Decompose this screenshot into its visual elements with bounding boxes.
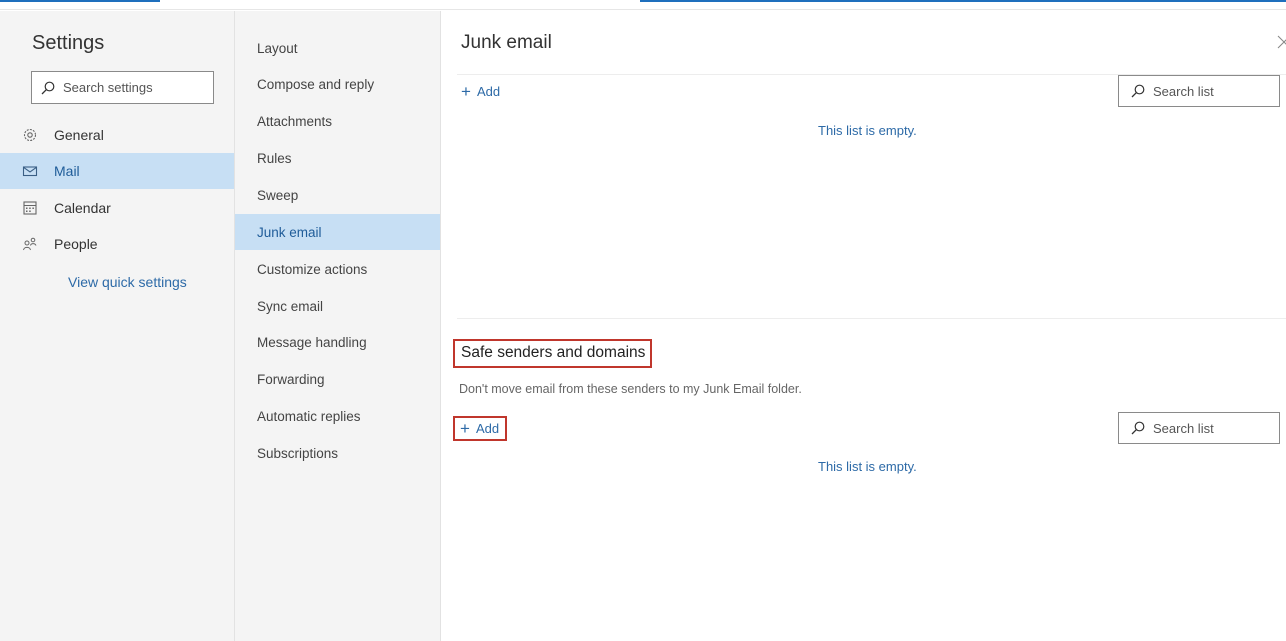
add-label: Add (475, 421, 500, 436)
blocked-add-button[interactable]: + Add (461, 83, 500, 100)
safe-senders-search-list-input[interactable]: Search list (1118, 412, 1280, 444)
mail-settings-menu: Layout Compose and reply Attachments Rul… (235, 11, 441, 641)
view-quick-settings-link[interactable]: View quick settings (68, 274, 187, 290)
people-icon (22, 236, 38, 252)
search-list-placeholder: Search list (1153, 420, 1214, 436)
top-accent-bar (0, 0, 1286, 10)
search-icon (1131, 84, 1145, 98)
nav-item-label: Calendar (54, 200, 111, 216)
close-icon[interactable] (1276, 33, 1286, 51)
blocked-search-list-input[interactable]: Search list (1118, 75, 1280, 107)
menu-item-junk-email[interactable]: Junk email (235, 214, 440, 250)
safe-senders-empty-text: This list is empty. (818, 459, 917, 474)
nav-item-label: Mail (54, 163, 80, 179)
menu-item-forwarding[interactable]: Forwarding (235, 361, 440, 397)
menu-item-attachments[interactable]: Attachments (235, 103, 440, 139)
plus-icon: + (461, 82, 471, 101)
page-title: Junk email (461, 32, 552, 53)
settings-nav-panel: Settings Search settings General Mail Ca… (0, 11, 235, 641)
search-settings-input[interactable]: Search settings (31, 71, 214, 104)
menu-item-automatic-replies[interactable]: Automatic replies (235, 398, 440, 434)
nav-item-mail[interactable]: Mail (0, 153, 234, 189)
menu-item-sweep[interactable]: Sweep (235, 177, 440, 213)
safe-senders-add-button[interactable]: + Add (453, 416, 508, 441)
search-list-placeholder: Search list (1153, 83, 1214, 99)
safe-senders-description: Don't move email from these senders to m… (459, 382, 802, 396)
menu-item-rules[interactable]: Rules (235, 140, 440, 176)
junk-email-content: Junk email + Add Search list This list i… (441, 11, 1286, 641)
nav-item-label: People (54, 236, 98, 252)
menu-item-message-handling[interactable]: Message handling (235, 324, 440, 360)
menu-item-compose-and-reply[interactable]: Compose and reply (235, 66, 440, 102)
safe-senders-title: Safe senders and domains (453, 339, 653, 368)
menu-item-sync-email[interactable]: Sync email (235, 288, 440, 324)
menu-item-layout[interactable]: Layout (235, 30, 440, 66)
divider (457, 318, 1286, 319)
calendar-icon (22, 200, 38, 216)
nav-item-label: General (54, 127, 104, 143)
nav-item-calendar[interactable]: Calendar (0, 190, 234, 226)
nav-item-general[interactable]: General (0, 117, 234, 153)
menu-item-subscriptions[interactable]: Subscriptions (235, 435, 440, 471)
add-label: Add (476, 84, 501, 99)
blocked-empty-text: This list is empty. (818, 123, 917, 138)
mail-icon (22, 163, 38, 179)
menu-item-customize-actions[interactable]: Customize actions (235, 251, 440, 287)
search-settings-placeholder: Search settings (63, 80, 153, 95)
nav-item-people[interactable]: People (0, 226, 234, 262)
plus-icon: + (460, 419, 470, 438)
search-icon (41, 81, 55, 95)
search-icon (1131, 421, 1145, 435)
gear-icon (22, 127, 38, 143)
settings-title: Settings (32, 32, 105, 54)
